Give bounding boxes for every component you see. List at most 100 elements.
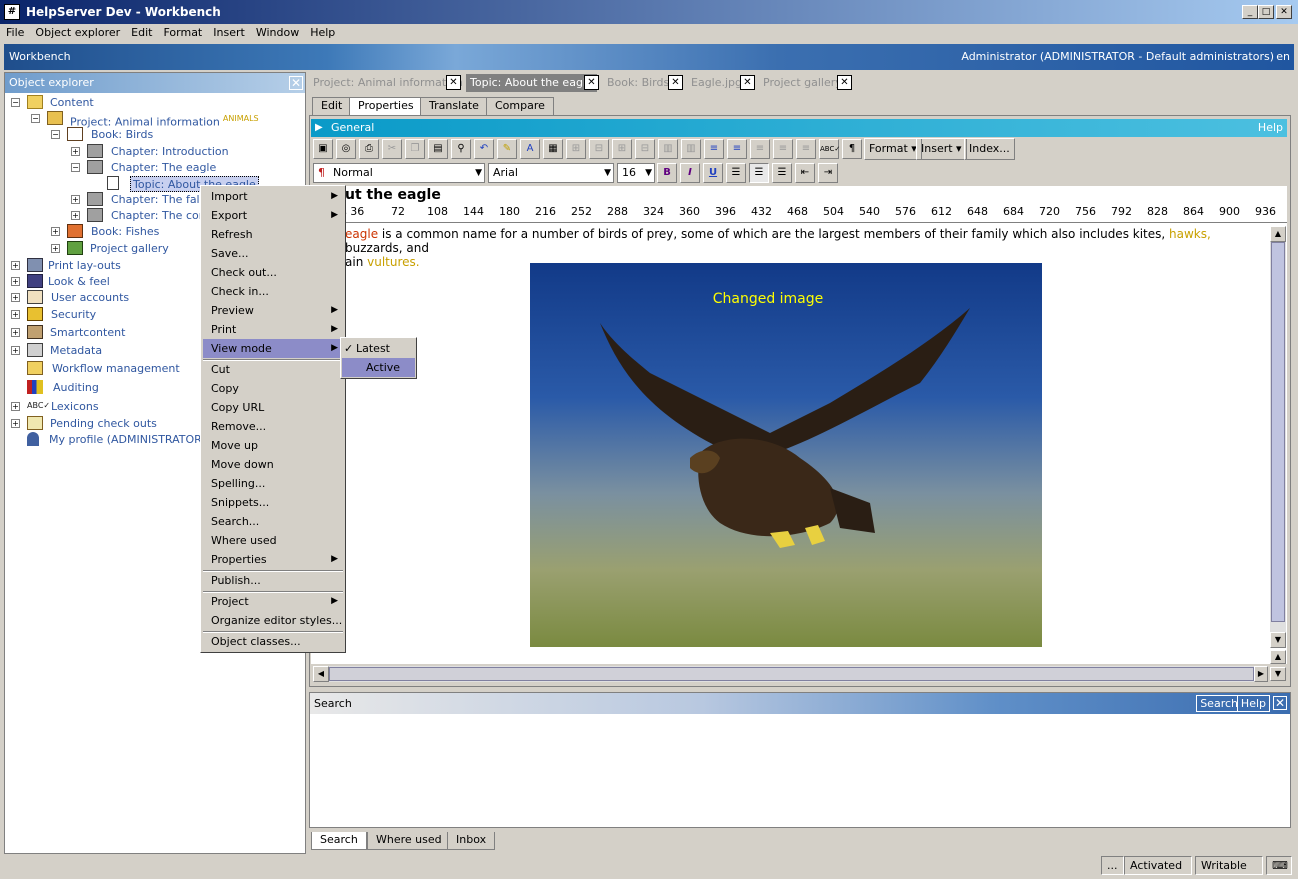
list-style-icon[interactable]: ≡ xyxy=(796,139,816,159)
outdent-list-icon[interactable]: ≡ xyxy=(773,139,793,159)
tree-item-book-birds[interactable]: Book: Birds xyxy=(91,127,153,143)
collapse-icon[interactable]: − xyxy=(51,130,60,139)
scroll-up-button[interactable]: ▲ xyxy=(1270,226,1286,242)
indent-list-icon[interactable]: ≡ xyxy=(750,139,770,159)
menu-insert[interactable]: Insert xyxy=(207,24,250,42)
tree-item-chapter-falcon[interactable]: Chapter: The falco xyxy=(111,192,212,208)
table-del-row-icon[interactable]: ⊟ xyxy=(635,139,655,159)
menu-item-search[interactable]: Search... xyxy=(203,512,343,531)
tree-item-project[interactable]: Project: Animal information ANIMALS xyxy=(70,111,259,129)
tree-item-security[interactable]: Security xyxy=(51,307,96,323)
text-color-icon[interactable]: A xyxy=(520,139,540,159)
page-up-button[interactable]: ▲ xyxy=(1270,650,1286,664)
status-dots-button[interactable]: ... xyxy=(1101,856,1124,875)
tree-item-user-accounts[interactable]: User accounts xyxy=(51,290,129,306)
menu-help[interactable]: Help xyxy=(304,24,340,42)
menu-item-refresh[interactable]: Refresh xyxy=(203,225,343,244)
menu-file[interactable]: File xyxy=(0,24,29,42)
index-button[interactable]: Index... xyxy=(964,138,1015,160)
link-eagle[interactable]: eagle xyxy=(345,227,378,241)
table-merge-icon[interactable]: ▥ xyxy=(658,139,678,159)
paragraph-icon[interactable]: ¶ xyxy=(842,139,862,159)
tree-item-content[interactable]: Content xyxy=(50,95,94,111)
menu-item-move-up[interactable]: Move up xyxy=(203,436,343,455)
table-insert-col-icon[interactable]: ⊞ xyxy=(566,139,586,159)
numbered-list-icon[interactable]: ≡ xyxy=(704,139,724,159)
submenu-item-latest[interactable]: ✓ Latest xyxy=(342,339,415,358)
close-icon[interactable]: ✕ xyxy=(584,75,599,90)
bold-button[interactable]: B xyxy=(657,163,677,183)
collapse-icon[interactable]: − xyxy=(31,114,40,123)
horizontal-scroll-thumb[interactable] xyxy=(329,667,1254,681)
bullet-list-icon[interactable]: ≡ xyxy=(727,139,747,159)
expand-icon[interactable]: + xyxy=(11,261,20,270)
menu-item-check-in[interactable]: Check in... xyxy=(203,282,343,301)
menu-object-explorer[interactable]: Object explorer xyxy=(29,24,125,42)
doc-tab-project[interactable]: Project: Animal information xyxy=(309,74,467,92)
menu-format[interactable]: Format xyxy=(157,24,207,42)
link-vultures[interactable]: vultures. xyxy=(367,255,419,269)
close-icon[interactable]: ✕ xyxy=(837,75,852,90)
close-icon[interactable]: ✕ xyxy=(740,75,755,90)
close-button[interactable]: ✕ xyxy=(1276,5,1292,19)
tab-translate[interactable]: Translate xyxy=(420,97,488,115)
tree-item-auditing[interactable]: Auditing xyxy=(53,380,99,396)
menu-item-remove[interactable]: Remove... xyxy=(203,417,343,436)
minimize-button[interactable]: _ xyxy=(1242,5,1258,19)
bottom-tab-where-used[interactable]: Where used xyxy=(367,832,451,850)
table-split-icon[interactable]: ▥ xyxy=(681,139,701,159)
collapse-icon[interactable]: − xyxy=(71,163,80,172)
copy-icon[interactable]: ❐ xyxy=(405,139,425,159)
table-del-col-icon[interactable]: ⊞ xyxy=(612,139,632,159)
scroll-right-button[interactable]: ▶ xyxy=(1254,666,1268,682)
tree-item-chapter-eagle[interactable]: Chapter: The eagle xyxy=(111,160,216,176)
tree-item-book-fishes[interactable]: Book: Fishes xyxy=(91,224,159,240)
outdent-icon[interactable]: ⇤ xyxy=(795,163,815,183)
highlight-icon[interactable]: ✎ xyxy=(497,139,517,159)
undo-icon[interactable]: ↶ xyxy=(474,139,494,159)
italic-button[interactable]: I xyxy=(680,163,700,183)
table-icon[interactable]: ▦ xyxy=(543,139,563,159)
doc-tab-eagle-jpg[interactable]: Eagle.jpg xyxy=(687,74,746,92)
menu-item-snippets[interactable]: Snippets... xyxy=(203,493,343,512)
menu-item-object-classes[interactable]: Object classes... xyxy=(203,632,343,651)
search-panel-search-button[interactable]: Search xyxy=(1196,695,1242,712)
submenu-item-active[interactable]: Active xyxy=(342,358,415,377)
tree-item-look-feel[interactable]: Look & feel xyxy=(48,274,110,290)
link-hawks[interactable]: hawks, xyxy=(1169,227,1211,241)
find-icon[interactable]: ⚲ xyxy=(451,139,471,159)
expand-icon[interactable]: + xyxy=(71,211,80,220)
tree-item-chapter-condor[interactable]: Chapter: The cond xyxy=(111,208,213,224)
tree-item-project-gallery[interactable]: Project gallery xyxy=(90,241,169,257)
scroll-left-button[interactable]: ◀ xyxy=(313,666,329,682)
close-icon[interactable]: ✕ xyxy=(668,75,683,90)
expand-icon[interactable]: + xyxy=(11,328,20,337)
tab-properties[interactable]: Properties xyxy=(349,97,423,115)
indent-icon[interactable]: ⇥ xyxy=(818,163,838,183)
expand-icon[interactable]: + xyxy=(11,346,20,355)
bottom-tab-inbox[interactable]: Inbox xyxy=(447,832,496,850)
menu-item-check-out[interactable]: Check out... xyxy=(203,263,343,282)
tree-item-workflow[interactable]: Workflow management xyxy=(52,361,180,377)
paragraph-style-select[interactable]: ¶ Normal ▼ xyxy=(313,163,485,183)
menu-item-spelling[interactable]: Spelling... xyxy=(203,474,343,493)
general-help-link[interactable]: Help xyxy=(1258,119,1283,137)
eagle-image[interactable]: Changed image xyxy=(530,263,1042,647)
menu-window[interactable]: Window xyxy=(250,24,304,42)
expand-icon[interactable]: + xyxy=(11,310,20,319)
tree-item-metadata[interactable]: Metadata xyxy=(50,343,102,359)
spellcheck-icon[interactable]: ABC✓ xyxy=(819,139,840,159)
align-right-icon[interactable]: ☰ xyxy=(772,163,792,183)
tree-item-print-layouts[interactable]: Print lay-outs xyxy=(48,258,121,274)
keyboard-icon[interactable]: ⌨ xyxy=(1266,856,1292,875)
scroll-down-button[interactable]: ▼ xyxy=(1270,632,1286,648)
menu-item-view-mode[interactable]: View mode ▶ xyxy=(203,339,343,358)
maximize-button[interactable]: □ xyxy=(1258,5,1274,19)
menu-item-where-used[interactable]: Where used xyxy=(203,531,343,550)
menu-item-print[interactable]: Print ▶ xyxy=(203,320,343,339)
menu-item-organize-styles[interactable]: Organize editor styles... xyxy=(203,611,343,630)
tab-compare[interactable]: Compare xyxy=(486,97,554,115)
align-center-icon[interactable]: ☰ xyxy=(749,163,769,183)
page-down-button[interactable]: ▼ xyxy=(1270,667,1286,681)
close-icon[interactable]: ✕ xyxy=(446,75,461,90)
